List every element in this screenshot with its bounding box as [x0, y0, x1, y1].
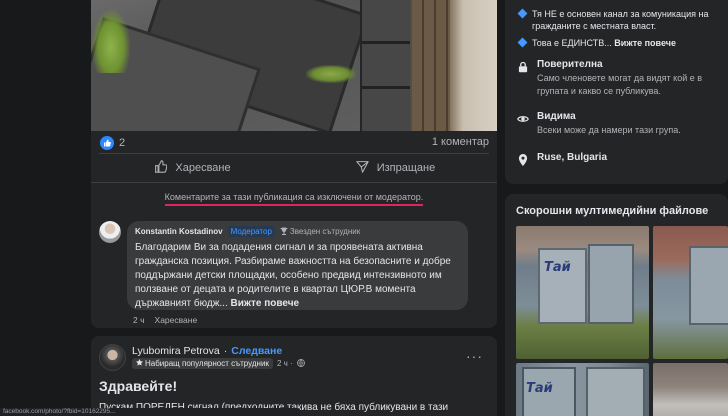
post-subtitle: Набиращ популярност сътрудник 2 ч ·	[132, 358, 305, 369]
comment-like-button[interactable]: Харесване	[155, 315, 198, 325]
grass-detail	[91, 8, 131, 73]
about-bullet-text: Тя НЕ е основен канал за комуникация на …	[532, 9, 709, 31]
post-card: Lyubomira Petrova · Следване Набиращ поп…	[91, 336, 497, 416]
visibility-desc: Всеки може да намери тази група.	[537, 125, 681, 135]
post-photo-main[interactable]	[91, 0, 360, 131]
graffiti-text: Тай	[526, 381, 553, 396]
comments-count[interactable]: 1 коментар	[432, 136, 489, 148]
comment-text: Благодарим Ви за подадения сигнал и за п…	[135, 241, 460, 311]
about-bullet: Тя НЕ е основен канал за комуникация на …	[517, 8, 724, 32]
grass-detail	[306, 65, 356, 83]
like-button[interactable]: Харесване	[91, 154, 294, 182]
visibility-title: Видима	[537, 111, 576, 122]
trophy-icon	[280, 227, 288, 237]
status-url-bar: facebook.com/photo/?fbid=10162295...	[0, 408, 300, 416]
thumbs-up-icon	[154, 160, 168, 176]
star-icon	[136, 359, 143, 368]
location-text[interactable]: Ruse, Bulgaria	[537, 152, 607, 165]
media-thumbnail[interactable]: Тай	[516, 226, 649, 359]
see-more-link[interactable]: Вижте повече	[614, 38, 676, 48]
graffiti-text: Тай	[544, 260, 571, 275]
privacy-title: Поверителна	[537, 59, 603, 70]
comments-disabled-text: Коментарите за тази публикация са изключ…	[164, 192, 424, 206]
feed-column: 2 1 коментар Харесване Изпращане Комента…	[91, 0, 497, 416]
star-contributor-badge: Звезден сътрудник	[280, 227, 360, 237]
lock-icon	[517, 60, 529, 73]
star-contributor-label: Звезден сътрудник	[289, 227, 361, 236]
share-button[interactable]: Изпращане	[294, 154, 497, 182]
more-options-button[interactable]: ···	[466, 348, 483, 364]
share-label: Изпращане	[376, 162, 436, 174]
eye-icon	[517, 112, 529, 124]
post-actions: Харесване Изпращане	[91, 154, 497, 182]
rising-contributor-label: Набиращ популярност сътрудник	[145, 359, 269, 368]
see-more-link[interactable]: Вижте повече	[231, 298, 300, 309]
privacy-row: Поверителна Само членовете могат да видя…	[517, 59, 727, 98]
post-title: Здравейте!	[99, 378, 178, 394]
media-thumbnail[interactable]: Тай	[516, 363, 649, 416]
post-card: 2 1 коментар Харесване Изпращане Комента…	[91, 0, 497, 328]
avatar[interactable]	[99, 344, 126, 371]
globe-icon	[296, 358, 305, 369]
location-row: Ruse, Bulgaria	[517, 152, 607, 166]
about-bullet-text: Това е ЕДИНСТВ...	[532, 38, 612, 48]
reaction-count: 2	[119, 137, 126, 149]
comment-header: Konstantin Kostadinov Модератор Звезден …	[135, 226, 460, 237]
comments-disabled-notice: Коментарите за тази публикация са изключ…	[91, 192, 497, 206]
like-label: Харесване	[175, 162, 231, 174]
post-author-row: Lyubomira Petrova · Следване	[132, 345, 282, 357]
comment-meta: 2 ч Харесване	[133, 315, 197, 325]
comment-author[interactable]: Konstantin Kostadinov	[135, 227, 223, 236]
diamond-icon	[517, 37, 528, 48]
media-thumbnail[interactable]	[653, 226, 728, 359]
post-author[interactable]: Lyubomira Petrova	[132, 345, 220, 357]
reactions-summary[interactable]: 2	[100, 135, 125, 151]
location-pin-icon	[517, 153, 529, 166]
about-card: Тя НЕ е основен канал за комуникация на …	[505, 0, 728, 184]
separator: ·	[223, 345, 228, 357]
comment-bubble: Konstantin Kostadinov Модератор Звезден …	[127, 221, 468, 310]
follow-button[interactable]: Следване	[231, 345, 282, 357]
media-thumbnail[interactable]	[653, 363, 728, 416]
diamond-icon	[517, 8, 528, 19]
send-icon	[356, 160, 369, 176]
post-photos[interactable]	[91, 0, 497, 131]
avatar[interactable]	[99, 221, 121, 243]
recent-media-title: Скорошни мултимедийни файлове	[516, 205, 709, 217]
visibility-row: Видима Всеки може да намери тази група.	[517, 111, 681, 137]
right-sidebar: Тя НЕ е основен канал за комуникация на …	[505, 0, 728, 416]
recent-media-card: Скорошни мултимедийни файлове Тай Тай	[505, 194, 728, 416]
comment-time[interactable]: 2 ч	[133, 315, 145, 325]
like-reaction-icon	[100, 136, 114, 150]
post-time[interactable]: 2 ч ·	[277, 359, 293, 368]
privacy-desc: Само членовете могат да видят кой е в гр…	[537, 73, 703, 96]
about-bullet: Това е ЕДИНСТВ... Вижте повече	[517, 37, 724, 49]
post-photo-side[interactable]	[362, 0, 497, 131]
divider	[91, 182, 497, 183]
moderator-badge: Модератор	[227, 226, 275, 237]
rising-contributor-badge: Набиращ популярност сътрудник	[132, 358, 273, 369]
